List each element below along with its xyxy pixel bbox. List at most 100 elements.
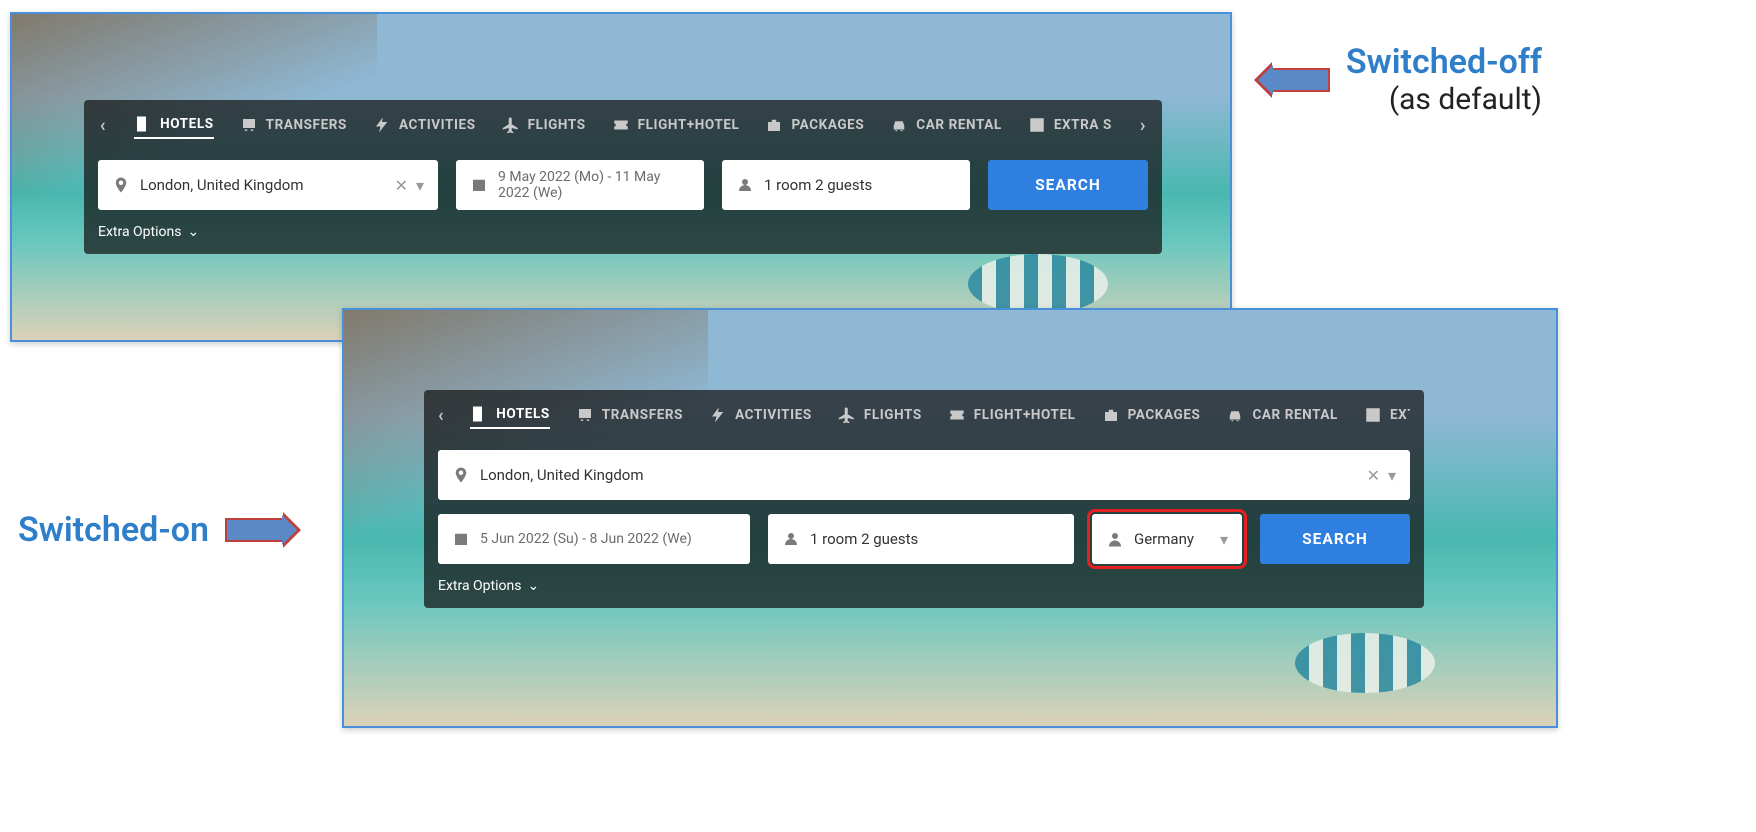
tab-flights[interactable]: FLIGHTS — [838, 406, 922, 424]
extra-options-label: Extra Options — [438, 578, 521, 594]
tab-label: HOTELS — [160, 116, 214, 132]
tab-extra-services[interactable]: EXTRA S — [1028, 116, 1112, 134]
star-icon — [1028, 116, 1046, 134]
plane-icon — [502, 116, 520, 134]
nationality-value: Germany — [1134, 530, 1194, 548]
chevron-down-icon: ⌄ — [527, 578, 539, 594]
tabs-prev-icon[interactable]: ‹ — [438, 405, 444, 426]
tab-label: FLIGHT+HOTEL — [638, 117, 740, 133]
tab-transfers[interactable]: TRANSFERS — [240, 116, 347, 134]
tab-label: PACKAGES — [1128, 407, 1201, 423]
destination-input[interactable]: London, United Kingdom ✕ ▾ — [438, 450, 1410, 500]
date-range-value: 5 Jun 2022 (Su) - 8 Jun 2022 (We) — [480, 531, 692, 547]
tab-label: ACTIVITIES — [735, 407, 812, 423]
car-icon — [890, 116, 908, 134]
guests-input[interactable]: 1 room 2 guests — [722, 160, 970, 210]
date-range-value: 9 May 2022 (Mo) - 11 May 2022 (We) — [498, 169, 690, 201]
tab-label: ACTIVITIES — [399, 117, 476, 133]
tab-label: PACKAGES — [791, 117, 864, 133]
tab-label: FLIGHTS — [864, 407, 922, 423]
bus-icon — [576, 406, 594, 424]
nationality-select[interactable]: Germany ▾ — [1092, 514, 1242, 564]
product-tabs: ‹ HOTELS TRANSFERS ACTIVITIES FLIGHTS FL… — [98, 100, 1148, 150]
tab-car-rental[interactable]: CAR RENTAL — [890, 116, 1002, 134]
clear-icon[interactable]: ✕ — [395, 176, 408, 195]
tab-extra-services[interactable]: EXTRA S — [1364, 406, 1410, 424]
tab-flight-hotel[interactable]: FLIGHT+HOTEL — [948, 406, 1076, 424]
location-icon — [452, 466, 470, 484]
tab-flights[interactable]: FLIGHTS — [502, 116, 586, 134]
chevron-down-icon: ⌄ — [187, 224, 199, 240]
briefcase-icon — [765, 116, 783, 134]
arrow-left-icon — [1270, 68, 1330, 92]
car-icon — [1226, 406, 1244, 424]
screenshot-switched-off: ‹ HOTELS TRANSFERS ACTIVITIES FLIGHTS FL… — [10, 12, 1232, 342]
date-range-input[interactable]: 5 Jun 2022 (Su) - 8 Jun 2022 (We) — [438, 514, 750, 564]
tab-label: HOTELS — [496, 406, 550, 422]
tab-activities[interactable]: ACTIVITIES — [709, 406, 812, 424]
person-icon — [782, 530, 800, 548]
tab-packages[interactable]: PACKAGES — [765, 116, 864, 134]
ticket-icon — [948, 406, 966, 424]
search-card: ‹ HOTELS TRANSFERS ACTIVITIES FLIGHTS FL… — [84, 100, 1162, 254]
chevron-down-icon[interactable]: ▾ — [1388, 466, 1396, 485]
lightning-icon — [709, 406, 727, 424]
destination-input[interactable]: London, United Kingdom ✕ ▾ — [98, 160, 438, 210]
guests-value: 1 room 2 guests — [810, 530, 918, 548]
tab-hotels[interactable]: HOTELS — [134, 115, 214, 139]
chevron-down-icon[interactable]: ▾ — [416, 176, 424, 195]
arrow-right-icon — [225, 518, 285, 542]
ticket-icon — [612, 116, 630, 134]
tab-label: CAR RENTAL — [916, 117, 1002, 133]
tab-car-rental[interactable]: CAR RENTAL — [1226, 406, 1338, 424]
building-icon — [134, 115, 152, 133]
tabs-next-icon[interactable]: › — [1138, 115, 1148, 136]
search-label: SEARCH — [1035, 176, 1101, 194]
tab-packages[interactable]: PACKAGES — [1102, 406, 1201, 424]
destination-value: London, United Kingdom — [480, 466, 644, 484]
bus-icon — [240, 116, 258, 134]
tabs-prev-icon[interactable]: ‹ — [98, 115, 108, 136]
chevron-down-icon[interactable]: ▾ — [1220, 530, 1228, 549]
tab-transfers[interactable]: TRANSFERS — [576, 406, 683, 424]
search-label: SEARCH — [1302, 530, 1368, 548]
tab-label: FLIGHTS — [528, 117, 586, 133]
extra-options-label: Extra Options — [98, 224, 181, 240]
tab-label: TRANSFERS — [602, 407, 683, 423]
extra-options-toggle[interactable]: Extra Options ⌄ — [98, 224, 199, 240]
plane-icon — [838, 406, 856, 424]
annotation-switched-off: Switched-off (as default) — [1270, 42, 1542, 117]
tab-hotels[interactable]: HOTELS — [470, 405, 550, 429]
product-tabs: ‹ HOTELS TRANSFERS ACTIVITIES FLIGHTS FL… — [438, 390, 1410, 440]
person-suit-icon — [1106, 530, 1124, 548]
guests-input[interactable]: 1 room 2 guests — [768, 514, 1074, 564]
calendar-icon — [470, 176, 488, 194]
location-icon — [112, 176, 130, 194]
search-button[interactable]: SEARCH — [1260, 514, 1410, 564]
annotation-switched-on: Switched-on — [18, 510, 285, 550]
search-card: ‹ HOTELS TRANSFERS ACTIVITIES FLIGHTS FL… — [424, 390, 1424, 608]
destination-value: London, United Kingdom — [140, 176, 304, 194]
date-range-input[interactable]: 9 May 2022 (Mo) - 11 May 2022 (We) — [456, 160, 704, 210]
tab-flight-hotel[interactable]: FLIGHT+HOTEL — [612, 116, 740, 134]
lightning-icon — [373, 116, 391, 134]
switched-off-subtitle: (as default) — [1389, 82, 1542, 117]
building-icon — [470, 405, 488, 423]
switched-off-title: Switched-off — [1346, 42, 1542, 82]
tab-label: CAR RENTAL — [1252, 407, 1338, 423]
tab-label: FLIGHT+HOTEL — [974, 407, 1076, 423]
tab-activities[interactable]: ACTIVITIES — [373, 116, 476, 134]
screenshot-switched-on: ‹ HOTELS TRANSFERS ACTIVITIES FLIGHTS FL… — [342, 308, 1558, 728]
tab-label: TRANSFERS — [266, 117, 347, 133]
clear-icon[interactable]: ✕ — [1367, 466, 1380, 485]
briefcase-icon — [1102, 406, 1120, 424]
guests-value: 1 room 2 guests — [764, 176, 872, 194]
person-icon — [736, 176, 754, 194]
tab-label: EXTRA S — [1390, 407, 1410, 423]
search-button[interactable]: SEARCH — [988, 160, 1148, 210]
extra-options-toggle[interactable]: Extra Options ⌄ — [438, 578, 539, 594]
calendar-icon — [452, 530, 470, 548]
tab-label: EXTRA S — [1054, 117, 1112, 133]
star-icon — [1364, 406, 1382, 424]
switched-on-title: Switched-on — [18, 510, 209, 550]
